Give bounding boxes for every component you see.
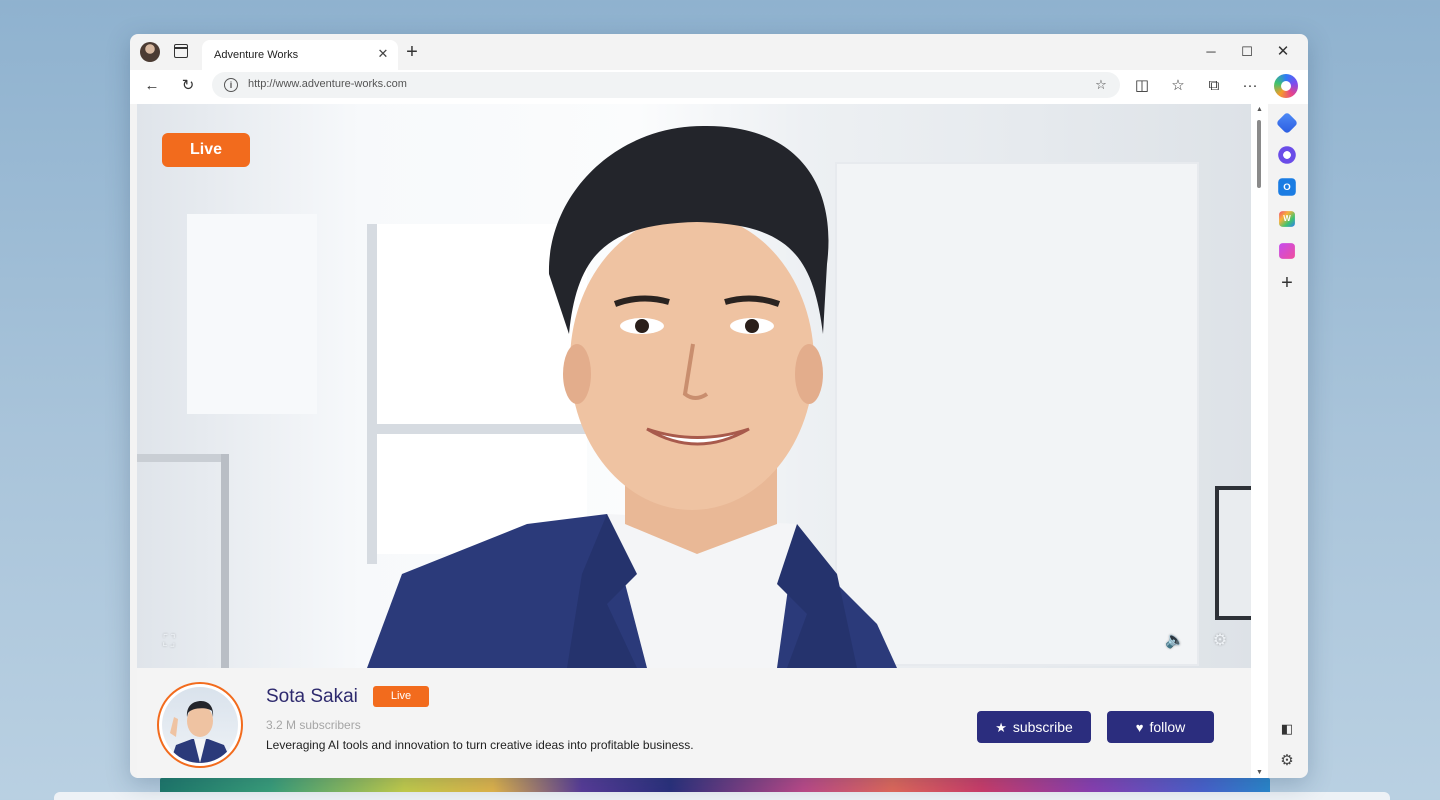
sidebar-settings-icon[interactable]: ⚙ <box>1276 750 1298 772</box>
outlook-icon[interactable]: O <box>1278 178 1296 196</box>
designer-icon[interactable] <box>1279 243 1295 259</box>
collections-icon[interactable]: ⧉ <box>1202 74 1226 98</box>
scroll-down-icon[interactable]: ▼ <box>1256 769 1263 776</box>
follow-label: follow <box>1149 719 1186 735</box>
add-favorite-icon[interactable]: ☆ <box>1090 74 1112 96</box>
add-sidebar-app-icon[interactable]: + <box>1276 272 1298 294</box>
subscribe-label: subscribe <box>1012 719 1073 735</box>
shopping-tag-icon[interactable] <box>1275 111 1299 135</box>
favorites-icon[interactable]: ☆ <box>1166 74 1190 98</box>
scrollbar[interactable]: ▲ ▼ <box>1251 104 1268 778</box>
star-icon: ★ <box>995 720 1007 735</box>
avatar-portrait <box>170 701 232 763</box>
profile-avatar-icon[interactable] <box>140 42 160 62</box>
tab-close-icon[interactable]: ✕ <box>376 47 390 61</box>
back-icon[interactable]: ← <box>140 74 164 98</box>
maximize-icon[interactable]: ☐ <box>1234 40 1260 64</box>
scroll-up-icon[interactable]: ▲ <box>1256 106 1263 113</box>
video-settings-icon[interactable]: ⚙ <box>1208 629 1232 653</box>
scrollbar-thumb[interactable] <box>1257 120 1261 188</box>
minimize-icon[interactable]: ─ <box>1198 40 1224 64</box>
heart-icon: ♥ <box>1135 720 1144 735</box>
split-screen-icon[interactable]: ◫ <box>1130 74 1154 98</box>
refresh-icon[interactable]: ↻ <box>176 74 200 98</box>
volume-icon[interactable]: 🔈 <box>1163 629 1187 653</box>
browser-window: Adventure Works ✕ + ─ ☐ ✕ ← ↻ i http://w… <box>130 34 1308 778</box>
title-bar: Adventure Works ✕ + ─ ☐ ✕ <box>130 34 1308 70</box>
tab-adventure-works[interactable]: Adventure Works ✕ <box>202 40 398 70</box>
tab-actions-icon[interactable] <box>174 44 188 58</box>
discover-icon[interactable] <box>1278 146 1296 164</box>
copilot-icon[interactable] <box>1274 74 1298 98</box>
browser-toolbar: ← ↻ i http://www.adventure-works.com ☆ ◫… <box>130 70 1308 104</box>
page-viewport: Live ⛶ 🔈 ⚙ ▲ ▼ Sota Sakai Live 3.2 M sub… <box>137 104 1268 778</box>
fullscreen-icon[interactable]: ⛶ <box>157 630 181 654</box>
more-options-icon[interactable]: ··· <box>1238 74 1262 98</box>
url-text[interactable]: http://www.adventure-works.com <box>248 78 407 90</box>
subscribe-button[interactable]: ★ subscribe <box>977 711 1091 743</box>
live-status-badge: Live <box>373 686 429 707</box>
follow-button[interactable]: ♥ follow <box>1107 711 1214 743</box>
tab-title: Adventure Works <box>214 49 299 61</box>
sidebar-toggle-icon[interactable]: ◧ <box>1276 718 1298 740</box>
channel-description: Leveraging AI tools and innovation to tu… <box>266 738 694 752</box>
taskbar <box>54 792 1390 800</box>
browser-sidebar: O W + ◧ ⚙ <box>1268 104 1308 778</box>
subscriber-count: 3.2 M subscribers <box>266 718 361 732</box>
address-bar[interactable]: i http://www.adventure-works.com ☆ <box>212 72 1120 98</box>
close-window-icon[interactable]: ✕ <box>1270 40 1296 64</box>
office-icon[interactable]: W <box>1279 211 1295 227</box>
channel-info-bar: Sota Sakai Live 3.2 M subscribers Levera… <box>137 668 1251 778</box>
presenter-figure <box>367 125 897 668</box>
channel-name[interactable]: Sota Sakai <box>266 686 358 708</box>
site-info-icon[interactable]: i <box>224 78 238 92</box>
live-badge: Live <box>162 133 250 167</box>
live-video-player[interactable]: Live ⛶ 🔈 ⚙ <box>137 104 1251 668</box>
new-tab-button[interactable]: + <box>402 41 422 63</box>
channel-avatar[interactable] <box>157 682 243 768</box>
